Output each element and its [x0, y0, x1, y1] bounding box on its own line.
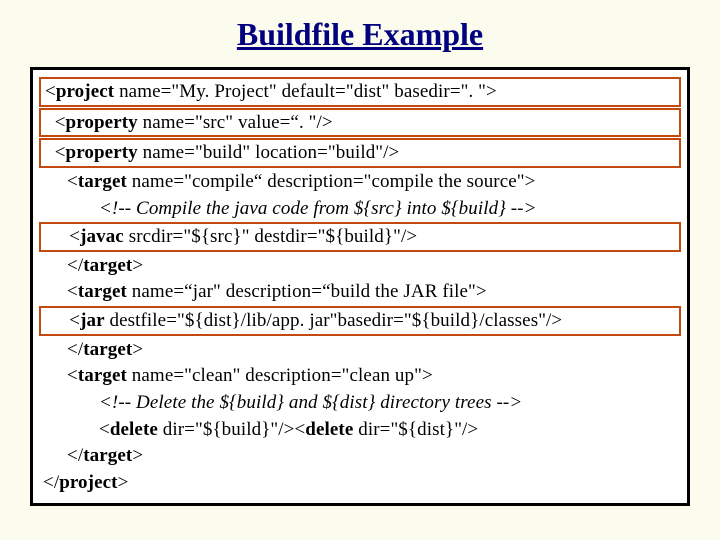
code-line: </target>: [39, 253, 681, 279]
code-line-text: </project>: [43, 472, 128, 493]
code-line-text: <!-- Delete the ${build} and ${dist} dir…: [43, 392, 522, 413]
code-line: <javac srcdir="${src}" destdir="${build}…: [39, 222, 681, 252]
code-line-text: <javac srcdir="${src}" destdir="${build}…: [45, 226, 417, 247]
code-line-text: <property name="build" location="build"/…: [45, 142, 399, 163]
slide-title: Buildfile Example: [30, 16, 690, 53]
code-line: <delete dir="${build}"/><delete dir="${d…: [39, 417, 681, 443]
code-line-text: <target name="compile“ description="comp…: [43, 171, 535, 192]
code-line: <target name="clean" description="clean …: [39, 363, 681, 389]
code-line: <jar destfile="${dist}/lib/app. jar"base…: [39, 306, 681, 336]
slide: Buildfile Example <project name="My. Pro…: [0, 0, 720, 540]
code-line-text: <property name="src" value=“. "/>: [45, 112, 333, 133]
code-line: <target name=“jar" description=“build th…: [39, 279, 681, 305]
code-line: <!-- Delete the ${build} and ${dist} dir…: [39, 390, 681, 416]
code-line: </target>: [39, 443, 681, 469]
code-line-text: <target name="clean" description="clean …: [43, 365, 433, 386]
code-line-text: </target>: [43, 445, 143, 466]
code-line: </project>: [39, 470, 681, 496]
code-line-text: <project name="My. Project" default="dis…: [45, 81, 497, 102]
code-line-text: <delete dir="${build}"/><delete dir="${d…: [43, 419, 478, 440]
code-line: <project name="My. Project" default="dis…: [39, 77, 681, 107]
code-line: </target>: [39, 337, 681, 363]
code-line: <!-- Compile the java code from ${src} i…: [39, 196, 681, 222]
code-line-text: <jar destfile="${dist}/lib/app. jar"base…: [45, 310, 562, 331]
code-box: <project name="My. Project" default="dis…: [30, 67, 690, 506]
code-line: <target name="compile“ description="comp…: [39, 169, 681, 195]
code-line-text: </target>: [43, 255, 143, 276]
code-line: <property name="build" location="build"/…: [39, 138, 681, 168]
code-line-text: <!-- Compile the java code from ${src} i…: [43, 198, 537, 219]
code-line: <property name="src" value=“. "/>: [39, 108, 681, 138]
code-line-text: <target name=“jar" description=“build th…: [43, 281, 487, 302]
code-line-text: </target>: [43, 339, 143, 360]
